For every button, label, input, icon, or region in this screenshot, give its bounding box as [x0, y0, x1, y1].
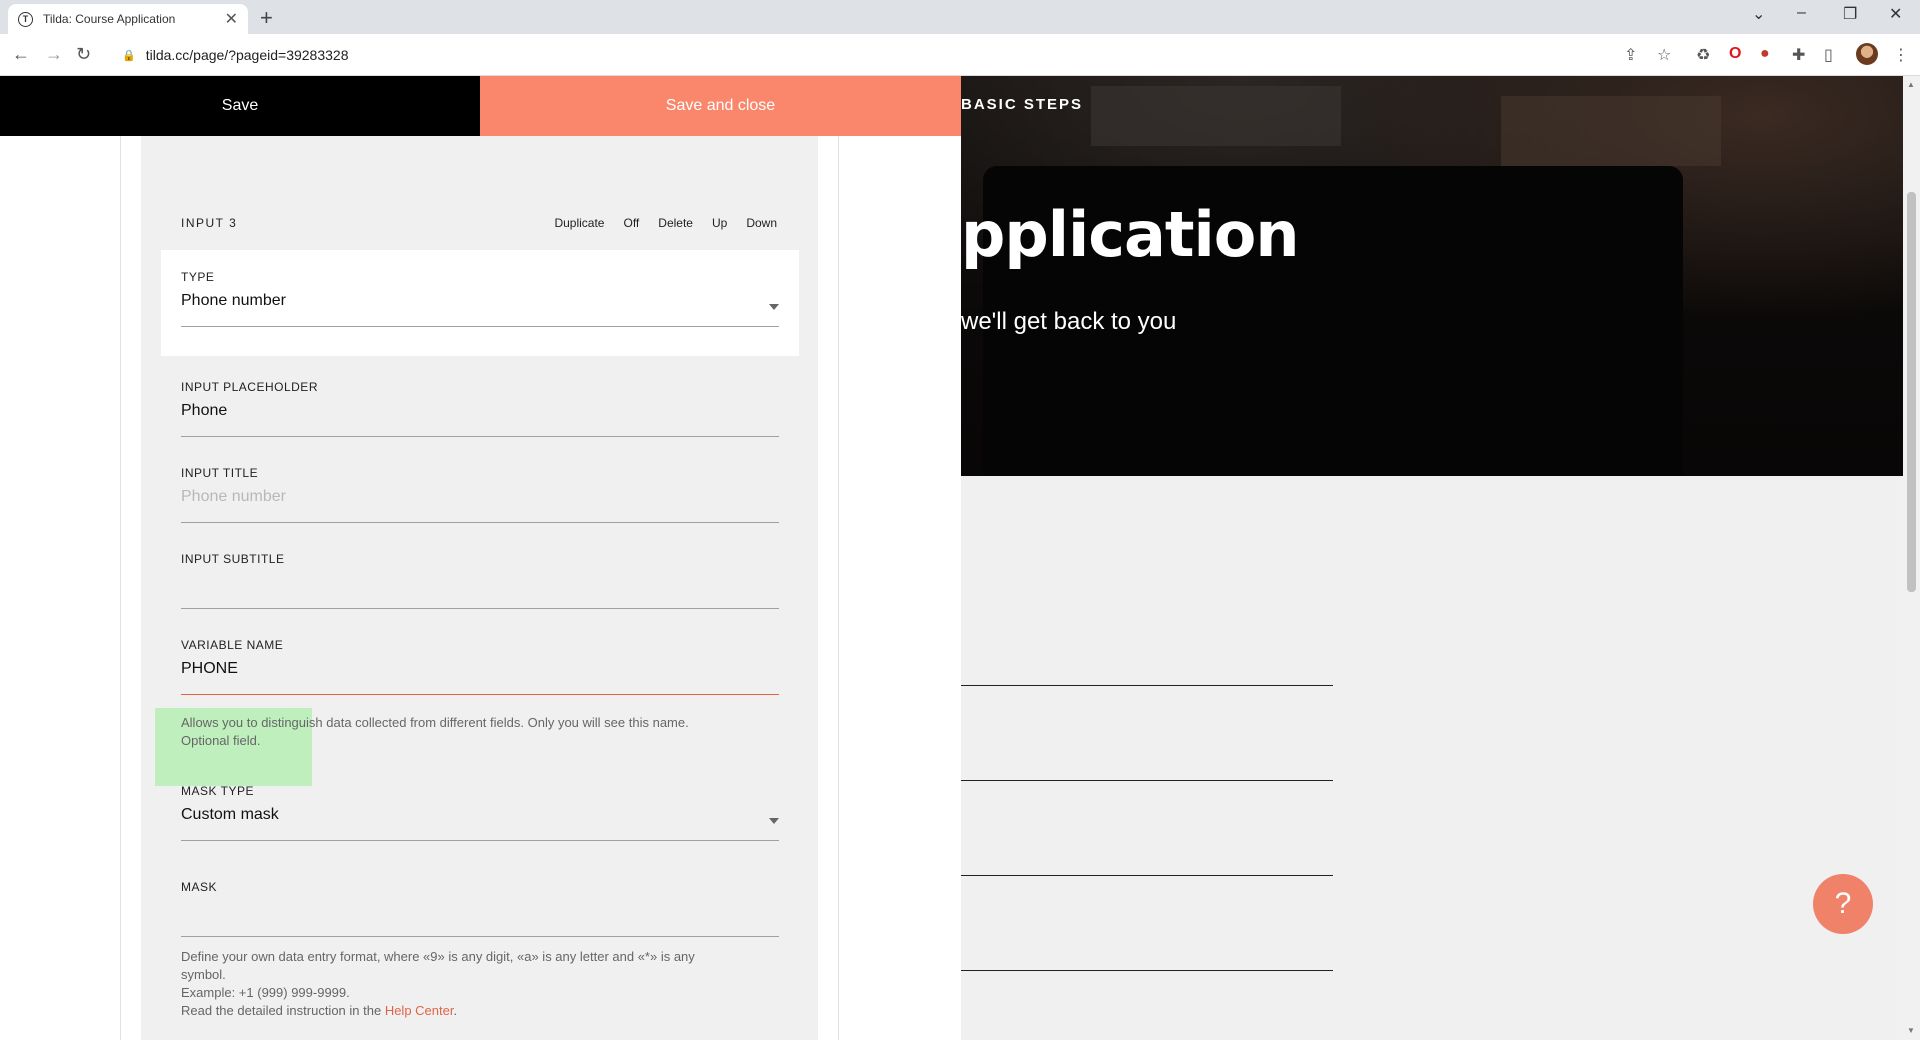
- save-and-close-button[interactable]: Save and close: [480, 76, 961, 136]
- form-input-line[interactable]: [961, 970, 1333, 971]
- input-placeholder-text: Phone number: [181, 488, 286, 505]
- scroll-thumb[interactable]: [1907, 192, 1916, 592]
- input-subtitle-input[interactable]: INPUT SUBTITLE: [181, 552, 779, 609]
- field-underline: [181, 326, 779, 327]
- hint-text: Example: +1 (999) 999-9999.: [181, 985, 350, 1000]
- extension-icon[interactable]: ●: [1760, 45, 1770, 63]
- card-title: INPUT 3: [181, 216, 238, 230]
- page-preview: BASIC STEPS pplication we'll get back to…: [961, 76, 1903, 1040]
- placeholder-input[interactable]: INPUT PLACEHOLDER Phone: [181, 380, 779, 437]
- scroll-down-icon[interactable]: ▼: [1907, 1026, 1915, 1035]
- lock-icon: 🔒: [122, 49, 136, 62]
- select-value: Phone number: [181, 292, 286, 309]
- save-bar: Save Save and close: [0, 76, 961, 136]
- menu-kebab-icon[interactable]: ⋮: [1893, 45, 1909, 65]
- hint-text: Allows you to distinguish data collected…: [181, 715, 689, 730]
- back-icon[interactable]: ←: [12, 44, 30, 65]
- field-underline: [181, 936, 779, 937]
- input-value: Phone: [181, 402, 228, 419]
- hero-subtitle: we'll get back to you: [961, 308, 1177, 335]
- field-label: TYPE: [181, 270, 215, 284]
- side-panel-icon[interactable]: ▯: [1824, 45, 1833, 65]
- opera-extension-icon[interactable]: O: [1729, 45, 1741, 63]
- hero-headline: pplication: [961, 198, 1299, 271]
- url-text: tilda.cc/page/?pageid=39283328: [145, 47, 349, 63]
- field-label: MASK: [181, 880, 218, 894]
- form-input-line[interactable]: [961, 780, 1333, 781]
- help-center-link[interactable]: Help Center: [385, 1003, 454, 1018]
- browser-tab[interactable]: T Tilda: Course Application ✕: [8, 4, 248, 34]
- variable-name-input[interactable]: VARIABLE NAME PHONE: [181, 638, 779, 695]
- type-select[interactable]: TYPE Phone number: [181, 270, 779, 327]
- chevron-down-icon: [769, 304, 779, 310]
- save-button[interactable]: Save: [0, 76, 480, 136]
- background-box: [1501, 96, 1721, 166]
- input-value: [181, 902, 779, 924]
- off-button[interactable]: Off: [623, 216, 639, 230]
- page-scrollbar[interactable]: ▲ ▼: [1903, 76, 1920, 1040]
- share-icon[interactable]: ⇪: [1624, 45, 1637, 65]
- hint-text: Optional field.: [181, 733, 261, 748]
- hero-cover: BASIC STEPS pplication we'll get back to…: [961, 76, 1903, 476]
- variable-name-hint: Allows you to distinguish data collected…: [181, 714, 781, 750]
- field-underline: [181, 608, 779, 609]
- field-label: INPUT PLACEHOLDER: [181, 380, 318, 394]
- block-settings-panel: Save Save and close INPUT 3 Duplicate Of…: [0, 76, 961, 1040]
- bookmark-star-icon[interactable]: ☆: [1657, 45, 1671, 65]
- hint-text: Read the detailed instruction in the Hel…: [181, 1002, 781, 1020]
- close-window-icon[interactable]: ✕: [1889, 4, 1902, 24]
- field-underline: [181, 694, 779, 695]
- address-bar[interactable]: 🔒 tilda.cc/page/?pageid=39283328: [110, 39, 1650, 71]
- close-tab-icon[interactable]: ✕: [225, 9, 238, 29]
- profile-avatar[interactable]: [1856, 43, 1878, 65]
- field-label: INPUT TITLE: [181, 466, 259, 480]
- minimize-icon[interactable]: –: [1797, 4, 1806, 22]
- recycle-extension-icon[interactable]: ♻: [1696, 45, 1710, 65]
- input-settings-card: INPUT 3 Duplicate Off Delete Up Down TYP…: [141, 178, 818, 1040]
- select-value: Custom mask: [181, 806, 279, 823]
- restore-icon[interactable]: ❐: [1843, 4, 1857, 24]
- hint-text: symbol.: [181, 967, 226, 982]
- form-input-line[interactable]: [961, 875, 1333, 876]
- tilda-favicon-icon: T: [18, 11, 33, 27]
- delete-button[interactable]: Delete: [658, 216, 693, 230]
- mask-hint: Define your own data entry format, where…: [181, 948, 781, 1020]
- puzzle-extensions-icon[interactable]: ✚: [1792, 45, 1805, 65]
- field-label: INPUT SUBTITLE: [181, 552, 285, 566]
- mask-type-select[interactable]: MASK TYPE Custom mask: [181, 784, 779, 841]
- help-button[interactable]: ?: [1813, 874, 1873, 934]
- hint-text: Define your own data entry format, where…: [181, 949, 695, 964]
- background-box: [1091, 86, 1341, 146]
- hint-text: .: [453, 1003, 458, 1018]
- move-down-button[interactable]: Down: [746, 216, 777, 230]
- field-underline: [181, 840, 779, 841]
- tab-search-icon[interactable]: ⌄: [1752, 4, 1765, 24]
- scroll-up-icon[interactable]: ▲: [1907, 80, 1915, 89]
- move-up-button[interactable]: Up: [712, 216, 727, 230]
- input-title-input[interactable]: INPUT TITLE Phone number: [181, 466, 779, 523]
- mask-input[interactable]: MASK: [181, 880, 779, 937]
- form-input-line[interactable]: [961, 685, 1333, 686]
- field-underline: [181, 522, 779, 523]
- page-viewport: BASIC STEPS pplication we'll get back to…: [0, 76, 1920, 1040]
- divider: [120, 136, 121, 1040]
- tab-strip: T Tilda: Course Application ✕ + ⌄ – ❐ ✕: [0, 0, 1920, 34]
- field-label: MASK TYPE: [181, 784, 254, 798]
- browser-toolbar: ← → ↻ 🔒 tilda.cc/page/?pageid=39283328 ⇪…: [0, 34, 1920, 76]
- input-value: PHONE: [181, 660, 238, 677]
- divider: [838, 136, 839, 1040]
- reload-icon[interactable]: ↻: [76, 44, 91, 65]
- tab-title: Tilda: Course Application: [43, 12, 176, 26]
- duplicate-button[interactable]: Duplicate: [554, 216, 604, 230]
- input-value: [181, 574, 779, 596]
- new-tab-icon[interactable]: +: [260, 5, 273, 31]
- forward-icon[interactable]: →: [45, 44, 63, 65]
- field-label: VARIABLE NAME: [181, 638, 284, 652]
- chevron-down-icon: [769, 818, 779, 824]
- hint-text: Read the detailed instruction in the: [181, 1003, 385, 1018]
- card-header: INPUT 3 Duplicate Off Delete Up Down: [181, 216, 777, 230]
- hero-kicker: BASIC STEPS: [961, 96, 1084, 113]
- field-underline: [181, 436, 779, 437]
